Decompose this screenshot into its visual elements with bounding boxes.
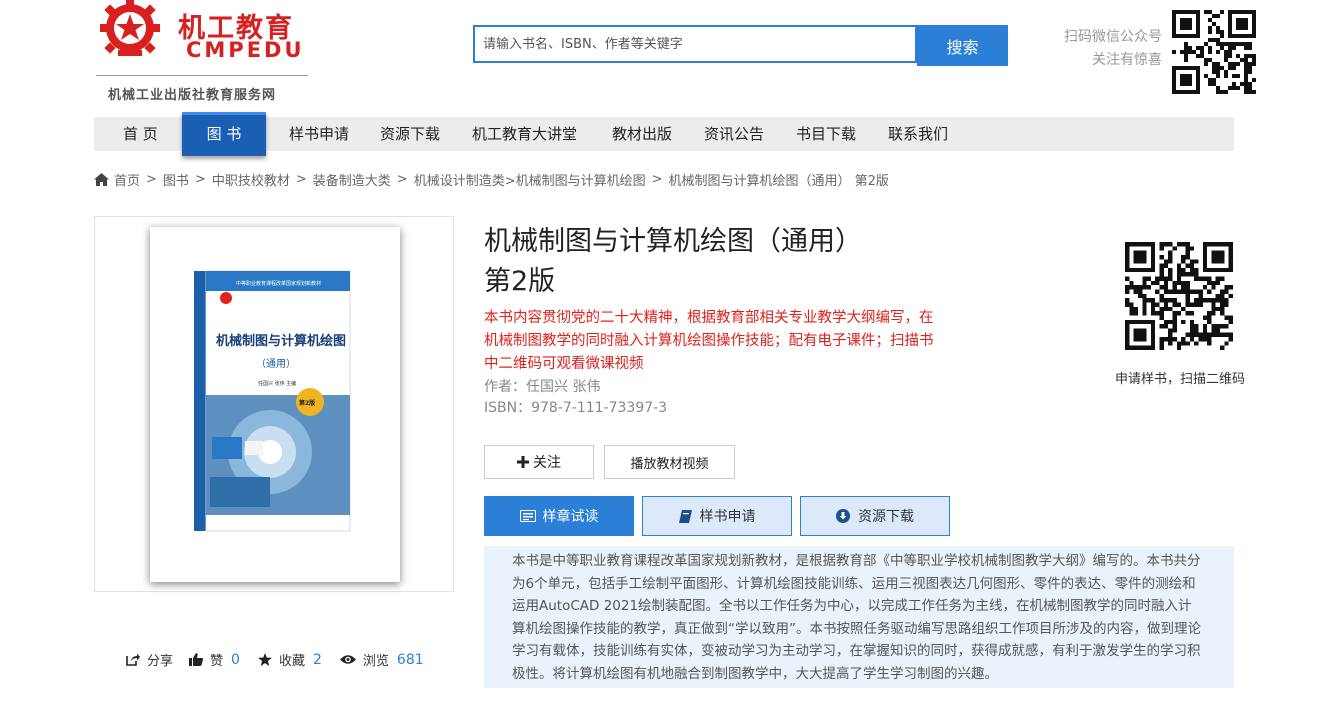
star-icon[interactable] <box>257 653 272 666</box>
resource-download-button[interactable]: 资源下载 <box>800 496 950 536</box>
breadcrumb-vocational[interactable]: 中职技校教材 <box>212 170 290 189</box>
favorite-count: 2 <box>312 651 322 668</box>
logo-emblem[interactable] <box>96 0 164 60</box>
follow-label: 关注 <box>533 455 561 471</box>
favorite-label[interactable]: 收藏 <box>279 650 305 669</box>
sample-apply-qr-label: 申请样书，扫描二维码 <box>1114 372 1245 387</box>
home-icon <box>94 173 109 186</box>
play-video-button[interactable]: 播放教材视频 <box>604 445 735 479</box>
book-highlight: 本书内容贯彻党的二十大精神，根据教育部相关专业教学大纲编写，在机械制图教学的同时… <box>484 310 934 372</box>
wechat-line-1: 扫码微信公众号 <box>1064 29 1162 45</box>
resource-download-label: 资源下载 <box>858 509 914 525</box>
breadcrumb-home[interactable]: 首页 <box>114 170 140 189</box>
breadcrumb-current: 机械制图与计算机绘图（通用） 第2版 <box>668 174 889 189</box>
like-count: 0 <box>231 651 240 668</box>
breadcrumb-books[interactable]: 图书 <box>163 170 189 189</box>
search-input[interactable] <box>475 27 915 61</box>
book-cover-image[interactable]: 中等职业教育课程改革国家规划新教材 机械制图与计算机绘图 （通用） 任国兴 张伟… <box>150 227 400 582</box>
like-label[interactable]: 赞 <box>210 650 223 669</box>
wechat-line-2: 关注有惊喜 <box>1092 52 1162 68</box>
book-summary-text: 本书是中等职业教育课程改革国家规划新教材，是根据教育部《中等职业学校机械制图教学… <box>512 553 1201 682</box>
nav-home[interactable]: 首 页 <box>123 117 158 151</box>
logo-name-en[interactable]: CMPEDU <box>186 38 305 62</box>
book-icon <box>678 509 692 523</box>
nav-contact[interactable]: 联系我们 <box>888 117 948 151</box>
share-icon[interactable] <box>126 653 140 666</box>
cover-series: 中等职业教育课程改革国家规划新教材 <box>236 280 321 287</box>
nav-publishing[interactable]: 教材出版 <box>612 117 672 151</box>
sample-apply-label: 样书申请 <box>699 509 756 525</box>
search-box <box>473 25 917 63</box>
breadcrumb-equipment[interactable]: 装备制造大类 <box>313 170 391 189</box>
share-label[interactable]: 分享 <box>147 650 173 669</box>
book-summary: 本书是中等职业教育课程改革国家规划新教材，是根据教育部《中等职业学校机械制图教学… <box>484 546 1234 688</box>
breadcrumb-category[interactable]: 机械设计制造类>机械制图与计算机绘图 <box>414 170 646 189</box>
cover-authors: 任国兴 张伟 主编 <box>258 380 296 387</box>
sample-read-label: 样章试读 <box>542 509 599 525</box>
download-icon <box>836 509 850 523</box>
nav-resource-download[interactable]: 资源下载 <box>380 117 440 151</box>
book-isbn: ISBN：978-7-111-73397-3 <box>484 400 668 416</box>
logo-divider <box>96 75 308 76</box>
logo-subtitle: 机械工业出版社教育服务网 <box>108 88 277 103</box>
breadcrumb: 首页 > 图书 > 中职技校教材 > 装备制造大类 > 机械设计制造类>机械制图… <box>94 170 889 189</box>
thumbs-up-icon[interactable] <box>189 653 204 666</box>
reader-icon <box>519 510 536 522</box>
plus-icon <box>517 456 529 468</box>
cover-title: 机械制图与计算机绘图 <box>216 333 346 349</box>
eye-icon <box>339 654 356 665</box>
nav-news[interactable]: 资讯公告 <box>704 117 764 151</box>
cover-subtitle: （通用） <box>256 358 296 370</box>
book-stats: 分享 赞 0 收藏 2 浏览 681 <box>126 650 442 669</box>
book-title: 机械制图与计算机绘图（通用） 第2版 <box>484 222 924 302</box>
nav-books-active[interactable]: 图 书 <box>182 112 266 156</box>
sample-apply-button[interactable]: 样书申请 <box>642 496 792 536</box>
book-title-line-2: 第2版 <box>484 266 556 297</box>
nav-catalog-download[interactable]: 书目下载 <box>796 117 856 151</box>
follow-button[interactable]: 关注 <box>484 445 594 479</box>
nav-lecture[interactable]: 机工教育大讲堂 <box>472 117 577 151</box>
sample-read-button[interactable]: 样章试读 <box>484 496 634 536</box>
search-button[interactable]: 搜索 <box>917 25 1008 66</box>
book-title-line-1: 机械制图与计算机绘图（通用） <box>484 226 862 257</box>
cover-edition: 第2版 <box>298 399 315 407</box>
book-author: 作者：任国兴 张伟 <box>484 379 601 395</box>
cover-publisher: 机械工业出版社 <box>290 520 325 527</box>
view-label: 浏览 <box>362 654 389 669</box>
wechat-qr-code <box>1172 10 1256 94</box>
wechat-prompt: 扫码微信公众号 关注有惊喜 <box>1064 26 1162 72</box>
view-count: 681 <box>396 651 424 668</box>
sample-apply-qr-code <box>1125 242 1233 350</box>
nav-sample-apply[interactable]: 样书申请 <box>289 117 349 151</box>
